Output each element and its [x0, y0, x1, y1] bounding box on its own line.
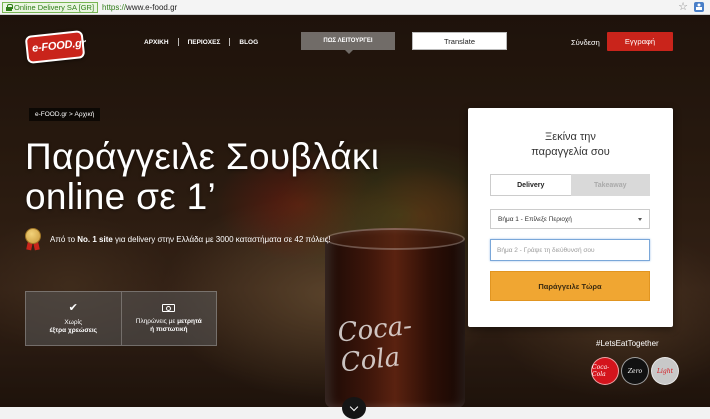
- title-text: την: [576, 131, 596, 143]
- glass-rim: [325, 228, 465, 250]
- hero-headline: Παράγγειλε Σουβλάκι online σε 1’: [25, 136, 380, 217]
- feature-box: ✔ Χωρίς έξτρα χρεώσεις Πληρώνεις με μετρ…: [25, 291, 217, 346]
- chevron-down-icon: [638, 218, 642, 221]
- url-host: www.e-food.gr: [126, 2, 178, 12]
- tagline-text: Από το: [50, 235, 78, 244]
- nav-blog[interactable]: BLOG: [239, 39, 258, 46]
- check-icon: ✔: [68, 302, 78, 314]
- feature-no-extra-fees: ✔ Χωρίς έξτρα χρεώσεις: [26, 292, 121, 345]
- secure-identity-badge[interactable]: Online Delivery SA [GR]: [2, 1, 99, 13]
- order-panel-title: Ξεκίνα την παραγγελία σου: [468, 130, 673, 160]
- feature-text: Πληρώνεις με: [135, 317, 178, 325]
- feature-highlight: μετρητά: [177, 317, 202, 325]
- chevron-down-icon: [349, 402, 359, 411]
- feature-line: Πληρώνεις με μετρητά: [136, 318, 202, 326]
- hashtag-label: #LetsEatTogether: [596, 339, 659, 348]
- bookmark-star-icon[interactable]: ☆: [678, 1, 688, 13]
- lock-icon: [6, 3, 13, 11]
- nav-areas[interactable]: ΠΕΡΙΟΧΕΣ: [188, 39, 221, 46]
- scroll-down-button[interactable]: [342, 397, 366, 419]
- how-it-works-button[interactable]: ΠΩΣ ΛΕΙΤΟΥΡΓΕΙ: [301, 32, 395, 50]
- medal-icon: [24, 228, 42, 251]
- area-select[interactable]: Βήμα 1 - Επίλεξε Περιοχή: [490, 209, 650, 229]
- tagline-highlight: No. 1 site: [77, 235, 113, 244]
- medal-disc: [25, 228, 41, 244]
- order-now-button[interactable]: Παράγγειλε Τώρα: [490, 271, 650, 301]
- signup-button[interactable]: Εγγραφή: [607, 32, 673, 51]
- nav-divider: [229, 38, 231, 46]
- nav-divider: [177, 38, 179, 46]
- translate-button[interactable]: Translate: [412, 32, 507, 50]
- tab-takeaway[interactable]: Takeaway: [570, 174, 650, 196]
- main-nav: ΑΡΧΙΚΗ ΠΕΡΙΟΧΕΣ BLOG: [144, 38, 258, 46]
- tab-delivery[interactable]: Delivery: [490, 174, 571, 196]
- coke-can-icon: Coca-Cola: [591, 357, 619, 385]
- coke-light-can-icon: Light: [651, 357, 679, 385]
- hero-tagline: Από το No. 1 site για delivery στην Ελλά…: [50, 235, 331, 244]
- coke-zero-can-icon: Zero: [621, 357, 649, 385]
- area-select-value: Βήμα 1 - Επίλεξε Περιοχή: [498, 215, 572, 223]
- order-panel: Ξεκίνα την παραγγελία σου Delivery Takea…: [468, 108, 673, 327]
- feature-payment: Πληρώνεις με μετρητά ή πιστωτική: [120, 292, 217, 345]
- site-logo[interactable]: e-FOOD.gr: [24, 29, 86, 65]
- order-mode-tabs: Delivery Takeaway: [490, 174, 650, 196]
- login-link[interactable]: Σύνδεση: [571, 38, 600, 47]
- feature-line: ή πιστωτική: [150, 325, 188, 333]
- cash-icon: [162, 303, 176, 312]
- nav-home[interactable]: ΑΡΧΙΚΗ: [144, 39, 169, 46]
- title-accent: Ξεκίνα: [545, 131, 577, 143]
- extension-icon[interactable]: [693, 1, 705, 13]
- address-input[interactable]: [490, 239, 650, 261]
- browser-address-bar: Online Delivery SA [GR] https://www.e-fo…: [0, 0, 710, 15]
- feature-line: Χωρίς: [64, 319, 83, 326]
- breadcrumb[interactable]: e-FOOD.gr > Αρχική: [29, 108, 101, 121]
- url-field[interactable]: https://www.e-food.gr: [102, 3, 177, 12]
- glass-logo: Coca-Cola: [336, 310, 414, 379]
- secure-identity-label: Online Delivery SA [GR]: [14, 2, 95, 12]
- url-scheme: https://: [102, 2, 127, 12]
- caret-down-icon: [345, 50, 353, 54]
- feature-line: έξτρα χρεώσεις: [49, 327, 98, 334]
- title-text: παραγγελία σου: [531, 146, 610, 158]
- tagline-text: για delivery στην Ελλάδα με 3000 καταστή…: [112, 235, 331, 244]
- coca-cola-glass-image: Coca-Cola: [325, 228, 465, 408]
